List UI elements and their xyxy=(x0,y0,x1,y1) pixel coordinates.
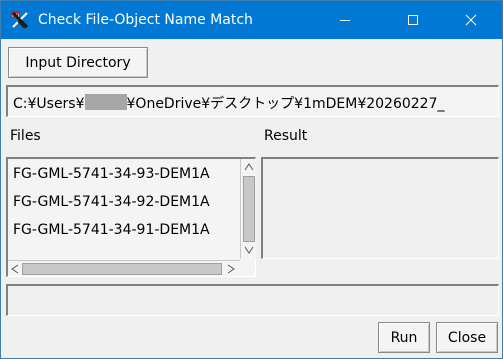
files-list-items: FG-GML-5741-34-93-DEM1A FG-GML-5741-34-9… xyxy=(10,159,238,259)
maximize-icon xyxy=(408,15,418,25)
close-button[interactable]: Close xyxy=(436,322,498,353)
files-label: Files xyxy=(10,128,41,144)
files-horizontal-scrollbar[interactable] xyxy=(8,260,240,276)
result-label: Result xyxy=(264,128,308,144)
scroll-down-icon[interactable] xyxy=(242,243,256,257)
close-icon xyxy=(465,14,477,26)
list-item[interactable]: FG-GML-5741-34-92-DEM1A xyxy=(13,194,210,210)
minimize-icon xyxy=(340,20,350,21)
minimize-button[interactable] xyxy=(322,1,368,39)
files-list[interactable]: FG-GML-5741-34-93-DEM1A FG-GML-5741-34-9… xyxy=(6,157,256,277)
input-directory-button[interactable]: Input Directory xyxy=(8,47,148,78)
title-bar[interactable]: nu Check File-Object Name Match xyxy=(1,1,502,39)
redacted-username xyxy=(84,94,127,110)
app-logo-icon: nu xyxy=(11,11,29,29)
close-window-button[interactable] xyxy=(448,1,494,39)
vertical-scroll-thumb[interactable] xyxy=(243,176,255,242)
files-vertical-scrollbar[interactable] xyxy=(240,159,256,259)
horizontal-scroll-thumb[interactable] xyxy=(22,263,222,275)
list-item[interactable]: FG-GML-5741-34-93-DEM1A xyxy=(13,166,210,182)
directory-path-text: C:¥Users¥ ¥OneDrive¥デスクトップ¥1mDEM¥20260227… xyxy=(13,93,444,113)
list-item[interactable]: FG-GML-5741-34-91-DEM1A xyxy=(13,222,210,238)
scroll-left-icon[interactable] xyxy=(8,262,22,276)
run-button[interactable]: Run xyxy=(378,322,430,353)
app-window: nu Check File-Object Name Match Input Di… xyxy=(0,0,503,359)
scroll-right-icon[interactable] xyxy=(224,262,238,276)
status-field xyxy=(6,284,499,316)
directory-path-field[interactable]: C:¥Users¥ ¥OneDrive¥デスクトップ¥1mDEM¥20260227… xyxy=(6,85,499,117)
path-suffix: ¥OneDrive¥デスクトップ¥1mDEM¥20260227_ xyxy=(126,96,445,112)
window-title: Check File-Object Name Match xyxy=(38,12,253,28)
result-box[interactable] xyxy=(261,157,499,259)
scroll-up-icon[interactable] xyxy=(242,160,256,174)
maximize-button[interactable] xyxy=(390,1,436,39)
path-prefix: C:¥Users¥ xyxy=(13,96,85,112)
